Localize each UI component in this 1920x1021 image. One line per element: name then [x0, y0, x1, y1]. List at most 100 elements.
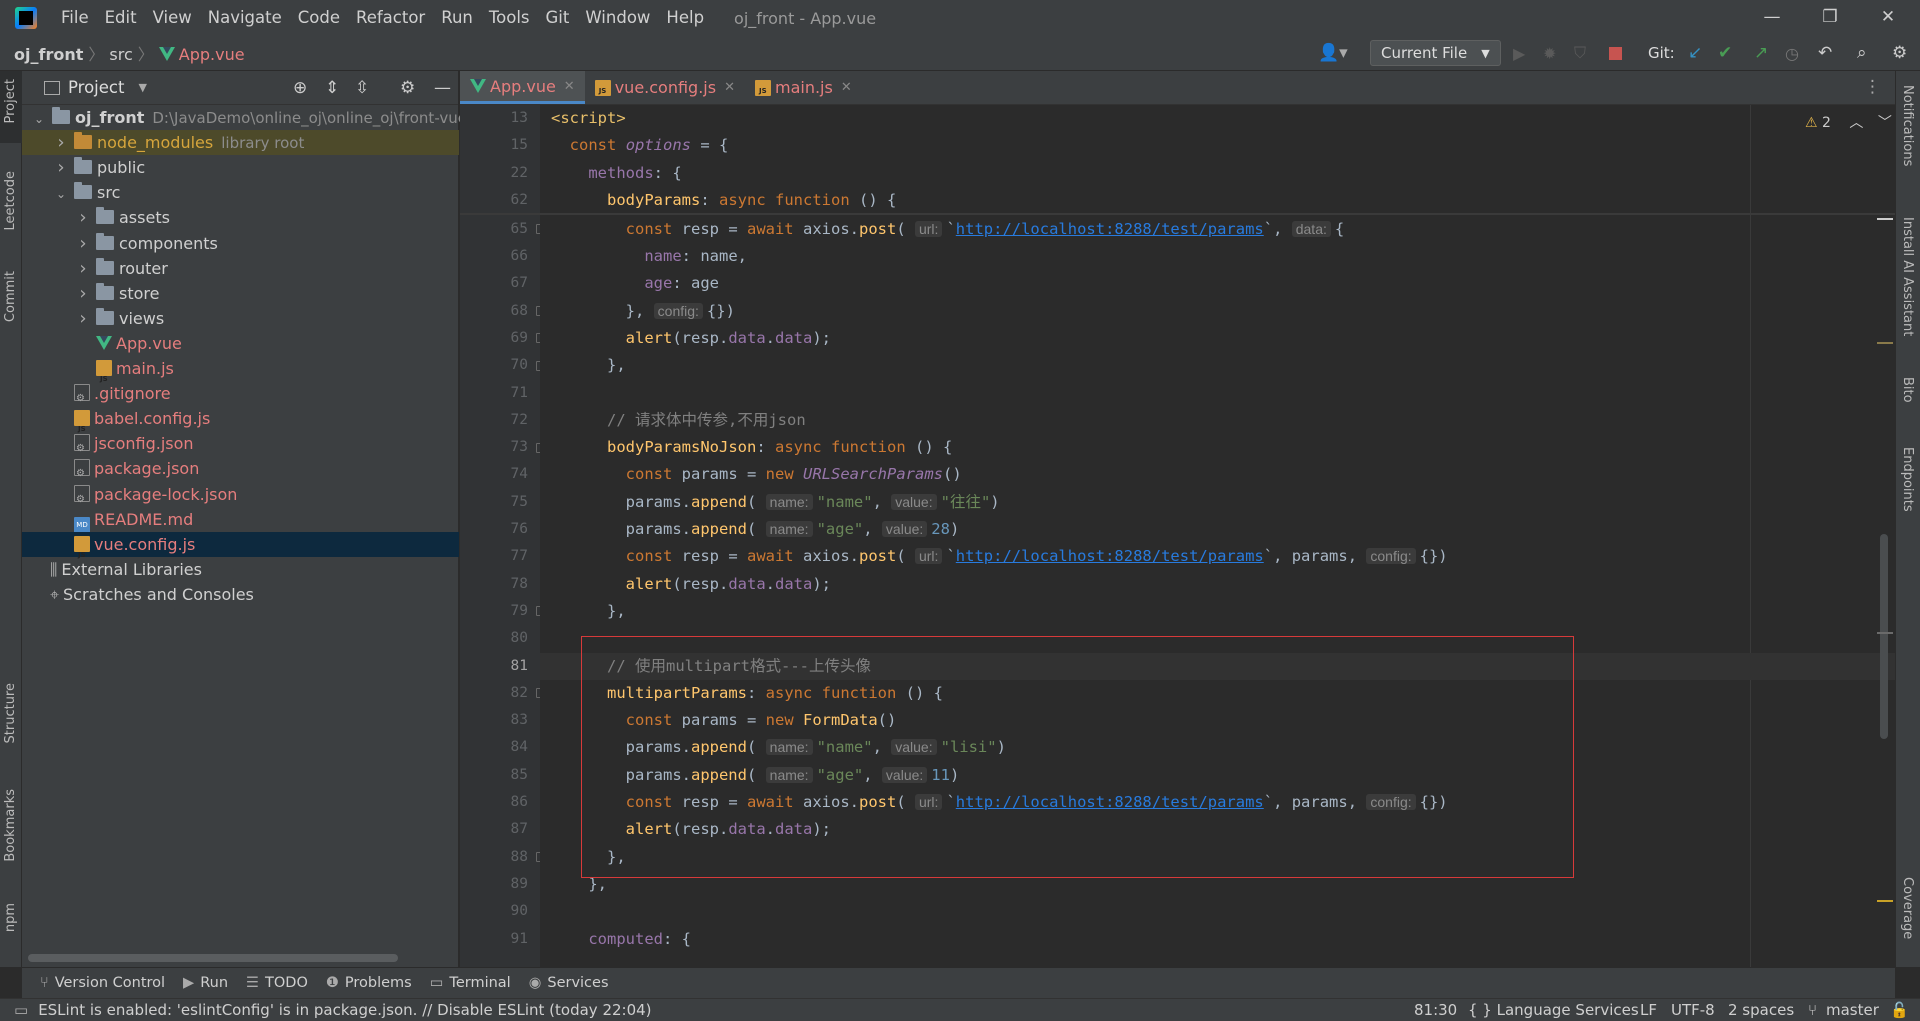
chevron-right-icon[interactable]: › — [76, 231, 90, 256]
minimize-icon[interactable]: — — [1744, 0, 1800, 36]
tree-item[interactable]: package.json — [22, 456, 459, 486]
close-tab-icon[interactable]: ✕ — [564, 79, 575, 94]
menu-tools[interactable]: Tools — [481, 0, 538, 36]
close-tab-icon[interactable]: ✕ — [724, 80, 735, 95]
chevron-down-icon[interactable]: ⌄ — [32, 107, 46, 132]
tree-item[interactable]: jsconfig.json — [22, 431, 459, 461]
git-push-icon[interactable]: ↗ — [1754, 36, 1768, 70]
menu-edit[interactable]: Edit — [97, 0, 145, 36]
tool-leetcode[interactable]: Leetcode — [3, 171, 18, 230]
file-encoding[interactable]: UTF-8 — [1671, 1001, 1715, 1019]
cursor-position[interactable]: 81:30 — [1414, 1001, 1457, 1019]
tree-item[interactable]: main.js — [22, 356, 459, 392]
chevron-right-icon[interactable]: › — [76, 256, 90, 281]
debug-icon[interactable]: ✹ — [1543, 36, 1556, 70]
tool-notifications[interactable]: Notifications — [1900, 85, 1915, 166]
stop-icon[interactable] — [1609, 36, 1622, 70]
tree-item[interactable]: › views — [22, 306, 459, 331]
bottom-tab-services[interactable]: ◉ Services — [529, 975, 609, 991]
tree-item[interactable]: › assets — [22, 205, 459, 230]
coverage-run-icon[interactable]: ⛉ — [1574, 36, 1586, 70]
line-separator[interactable]: LF — [1640, 1001, 1657, 1019]
vertical-scrollbar[interactable] — [1880, 534, 1888, 739]
search-icon[interactable]: ⌕ — [1857, 36, 1867, 70]
git-update-icon[interactable]: ↙ — [1688, 36, 1702, 70]
expand-all-icon[interactable]: ⇕ — [325, 78, 339, 98]
tool-commit[interactable]: Commit — [3, 271, 18, 322]
editor-tab[interactable]: vue.config.js ✕ — [585, 71, 745, 104]
gear-icon[interactable]: ⚙ — [400, 78, 415, 98]
breadcrumb-file[interactable]: App.vue — [179, 45, 245, 64]
user-icon[interactable]: 👤▾ — [1318, 36, 1348, 70]
tree-item[interactable]: App.vue — [22, 331, 459, 356]
tool-bito[interactable]: Bito — [1900, 377, 1915, 403]
rollback-icon[interactable]: ↶ — [1818, 36, 1832, 70]
menu-refactor[interactable]: Refactor — [348, 0, 433, 36]
menu-code[interactable]: Code — [290, 0, 348, 36]
bottom-tab-problems[interactable]: ❶ Problems — [326, 975, 412, 991]
run-config-dropdown[interactable]: Current File ▼ — [1370, 36, 1501, 70]
tool-ai-assistant[interactable]: Install AI Assistant — [1900, 217, 1915, 336]
editor-tab[interactable]: main.js ✕ — [745, 71, 862, 104]
bottom-tab-run[interactable]: ▶ Run — [183, 975, 228, 991]
history-icon[interactable]: ◷ — [1785, 36, 1799, 70]
tree-item[interactable]: ⌄ src — [22, 180, 459, 205]
bottom-tab-version-control[interactable]: ⑂ Version Control — [40, 975, 165, 991]
tree-item[interactable]: › store — [22, 281, 459, 306]
bottom-tab-terminal[interactable]: ▭ Terminal — [430, 975, 511, 991]
tool-project[interactable]: Project — [3, 79, 18, 123]
tree-item[interactable]: › node_modules library root — [22, 130, 459, 156]
chevron-right-icon[interactable]: › — [76, 306, 90, 331]
horizontal-scrollbar[interactable] — [28, 954, 398, 962]
tree-item[interactable]: › router — [22, 256, 459, 281]
menu-navigate[interactable]: Navigate — [200, 0, 290, 36]
collapse-all-icon[interactable]: ⇳ — [355, 78, 369, 98]
tool-npm[interactable]: npm — [3, 903, 18, 932]
tree-item[interactable]: ⌄ oj_front D:\JavaDemo\online_oj\online_oj… — [22, 105, 467, 132]
menu-file[interactable]: File — [53, 0, 97, 36]
menu-view[interactable]: View — [145, 0, 200, 36]
more-tabs-icon[interactable]: ⋮ — [1864, 77, 1881, 97]
tree-item[interactable]: .gitignore — [22, 381, 459, 411]
menu-window[interactable]: Window — [577, 0, 658, 36]
tool-bookmarks[interactable]: Bookmarks — [3, 789, 18, 862]
menu-git[interactable]: Git — [538, 0, 578, 36]
tree-item[interactable]: babel.config.js — [22, 406, 459, 442]
bottom-tab-todo[interactable]: ☰ TODO — [246, 975, 308, 991]
warnings-indicator[interactable]: ⚠ 2 ︿ ﹀ — [1805, 112, 1892, 132]
breadcrumb-project[interactable]: oj_front — [14, 45, 83, 64]
panel-toggle-icon[interactable]: ▭ — [14, 1001, 28, 1019]
tool-coverage[interactable]: Coverage — [1900, 877, 1915, 939]
settings-gear-icon[interactable]: ⚙ — [1892, 36, 1907, 70]
chevron-right-icon[interactable]: › — [54, 155, 68, 180]
git-commit-icon[interactable]: ✔ — [1718, 36, 1732, 70]
language-services[interactable]: { } Language Services — [1468, 1001, 1639, 1019]
chevron-right-icon[interactable]: › — [76, 281, 90, 306]
tree-item[interactable]: ⌖ Scratches and Consoles — [22, 582, 459, 607]
restore-icon[interactable]: ❐ — [1802, 0, 1858, 36]
menu-run[interactable]: Run — [433, 0, 481, 36]
editor-tab[interactable]: App.vue ✕ — [460, 71, 585, 104]
project-panel-title[interactable]: Project — [68, 78, 124, 97]
chevron-down-icon[interactable]: ⌄ — [54, 182, 68, 207]
tree-item[interactable]: MD README.md — [22, 507, 459, 533]
tool-structure[interactable]: Structure — [3, 683, 18, 743]
lock-icon[interactable]: 🔓 — [1890, 1001, 1909, 1019]
menu-help[interactable]: Help — [658, 0, 712, 36]
chevron-down-icon[interactable]: ▼ — [138, 81, 146, 94]
prev-highlight-icon[interactable]: ︿ — [1849, 115, 1863, 131]
tree-item[interactable]: vue.config.js — [22, 531, 459, 568]
close-tab-icon[interactable]: ✕ — [841, 80, 852, 95]
tree-item[interactable]: › public — [22, 155, 459, 180]
tree-item[interactable]: › components — [22, 231, 459, 256]
status-message[interactable]: ESLint is enabled: 'eslintConfig' is in … — [38, 1001, 651, 1019]
run-icon[interactable]: ▶ — [1513, 36, 1525, 70]
git-branch[interactable]: master — [1826, 1001, 1879, 1019]
next-highlight-icon[interactable]: ﹀ — [1878, 115, 1892, 131]
tree-item[interactable]: package-lock.json — [22, 482, 459, 512]
chevron-right-icon[interactable]: › — [76, 205, 90, 230]
tool-endpoints[interactable]: Endpoints — [1900, 447, 1915, 512]
breadcrumb-src[interactable]: src — [109, 45, 132, 64]
hide-panel-icon[interactable]: — — [434, 78, 451, 98]
locate-icon[interactable]: ⊕ — [293, 78, 307, 98]
